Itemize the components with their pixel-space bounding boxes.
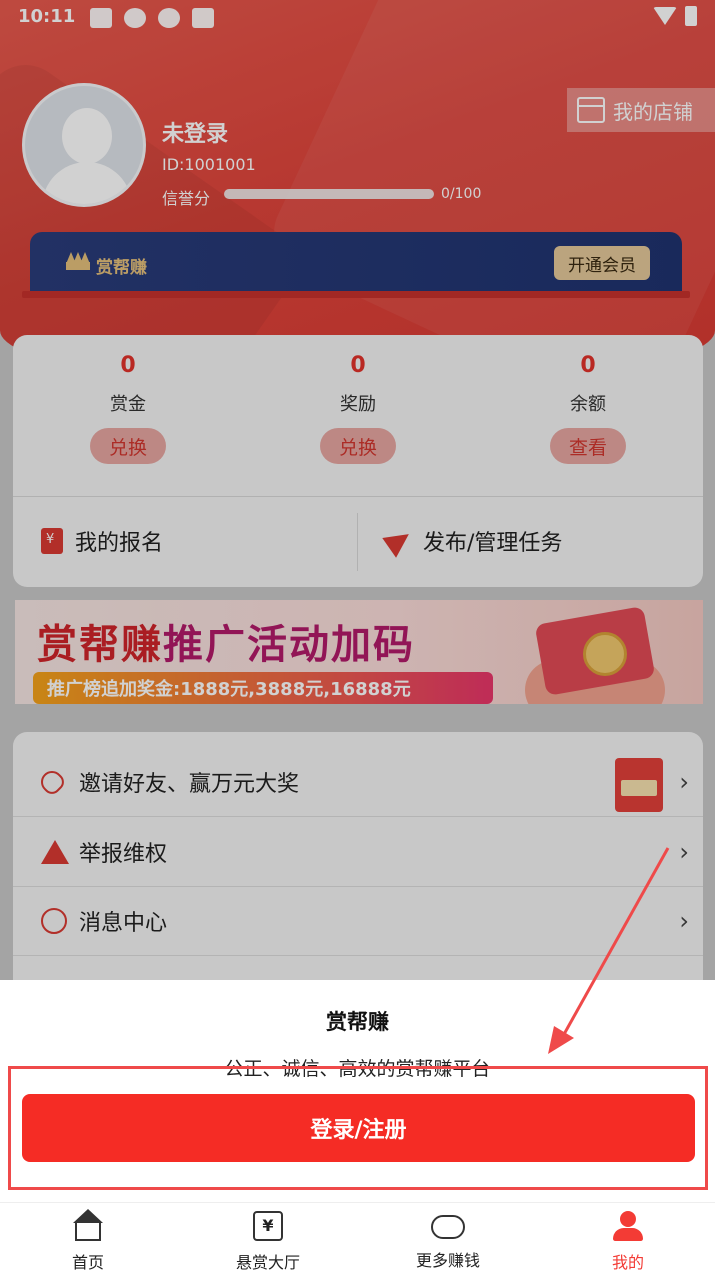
highlight-box (8, 1066, 708, 1190)
tab-reward-hall-label: 悬赏大厅 (235, 1253, 300, 1272)
tab-home-label: 首页 (71, 1253, 104, 1272)
reward-hall-icon: ¥ (253, 1211, 283, 1241)
gamepad-icon (431, 1215, 465, 1239)
annotation-arrow (548, 847, 670, 1054)
tab-mine[interactable]: 我的 (568, 1211, 688, 1273)
profile-icon (613, 1211, 643, 1241)
tab-home[interactable]: 首页 (28, 1209, 148, 1273)
modal-overlay[interactable] (0, 0, 715, 980)
tab-more-earn-label: 更多赚钱 (415, 1251, 480, 1270)
tab-more-earn[interactable]: 更多赚钱 (388, 1211, 508, 1271)
tab-reward-hall[interactable]: ¥ 悬赏大厅 (208, 1211, 328, 1273)
bottom-tab-bar: 首页 ¥ 悬赏大厅 更多赚钱 我的 (0, 1202, 715, 1277)
tab-mine-label: 我的 (611, 1253, 644, 1272)
home-icon (73, 1209, 103, 1241)
